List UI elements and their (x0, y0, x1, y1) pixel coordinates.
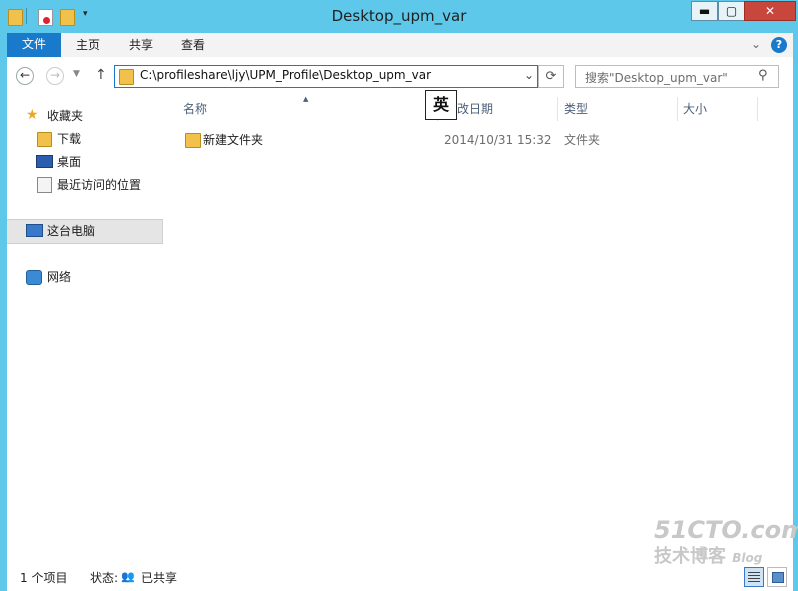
column-header-name[interactable]: 名称 (183, 97, 207, 121)
folder-icon (185, 133, 201, 148)
tab-home[interactable]: 主页 (76, 33, 100, 57)
back-button[interactable]: ← (16, 67, 34, 85)
ime-language-indicator: 英 (425, 90, 457, 120)
help-icon[interactable]: ? (771, 37, 787, 53)
address-path[interactable]: C:\profileshare\ljy\UPM_Profile\Desktop_… (140, 68, 431, 82)
column-divider[interactable] (677, 97, 678, 121)
explorer-frame (7, 57, 793, 591)
sidebar-item-this-pc[interactable]: 这台电脑 (47, 221, 95, 241)
this-pc-icon (26, 224, 43, 237)
status-label: 状态: (90, 571, 119, 585)
sidebar-item-downloads[interactable]: 下载 (57, 129, 81, 149)
watermark-brand: 51CTO.com (654, 516, 798, 544)
column-header-size[interactable]: 大小 (683, 97, 707, 121)
window-title: Desktop_upm_var (331, 7, 467, 25)
column-header-modified[interactable]: 改日期 (457, 97, 493, 121)
tab-file[interactable]: 文件 (7, 33, 61, 57)
forward-button[interactable]: → (46, 67, 64, 85)
file-modified: 2014/10/31 15:32 (444, 133, 552, 147)
desktop-icon (36, 155, 53, 168)
tab-share[interactable]: 共享 (129, 33, 153, 57)
file-type: 文件夹 (564, 133, 601, 147)
address-dropdown-icon[interactable]: ⌄ (524, 68, 534, 82)
close-button[interactable]: ✕ (744, 1, 796, 21)
tab-view[interactable]: 查看 (181, 33, 205, 57)
large-icons-view-button[interactable] (767, 567, 787, 587)
watermark-subtitle: 技术博客 Blog (654, 546, 763, 567)
ribbon-bar (7, 33, 793, 58)
shared-users-icon: 👥 (121, 570, 135, 583)
minimize-button[interactable]: ▬ (691, 1, 718, 21)
address-folder-icon (119, 69, 134, 85)
search-icon[interactable]: ⚲ (758, 68, 768, 83)
ribbon-expand-icon[interactable]: ⌄ (751, 37, 761, 51)
sidebar-item-recent[interactable]: 最近访问的位置 (57, 175, 141, 195)
downloads-folder-icon (37, 132, 52, 147)
column-divider[interactable] (757, 97, 758, 121)
details-view-button[interactable] (744, 567, 764, 587)
up-button[interactable]: ↑ (95, 67, 107, 83)
favorites-star-icon: ★ (26, 107, 39, 123)
status-shared: 已共享 (141, 571, 178, 585)
recent-locations-icon[interactable]: ▼ (73, 69, 80, 79)
column-divider[interactable] (557, 97, 558, 121)
network-icon (26, 270, 42, 285)
sidebar-item-desktop[interactable]: 桌面 (57, 152, 81, 172)
refresh-button[interactable]: ⟳ (538, 65, 564, 88)
watermark: 51CTO.com 技术博客 Blog (654, 516, 798, 568)
status-item-count: 1 个项目 (20, 571, 68, 585)
maximize-button[interactable]: ▢ (718, 1, 745, 21)
recent-places-icon (37, 177, 52, 193)
sidebar-item-network[interactable]: 网络 (47, 267, 71, 287)
search-placeholder: 搜索"Desktop_upm_var" (585, 71, 728, 85)
sort-ascending-icon: ▲ (303, 95, 309, 103)
file-name[interactable]: 新建文件夹 (203, 131, 263, 149)
column-header-type[interactable]: 类型 (564, 97, 588, 121)
sidebar-item-favorites[interactable]: 收藏夹 (47, 106, 83, 126)
